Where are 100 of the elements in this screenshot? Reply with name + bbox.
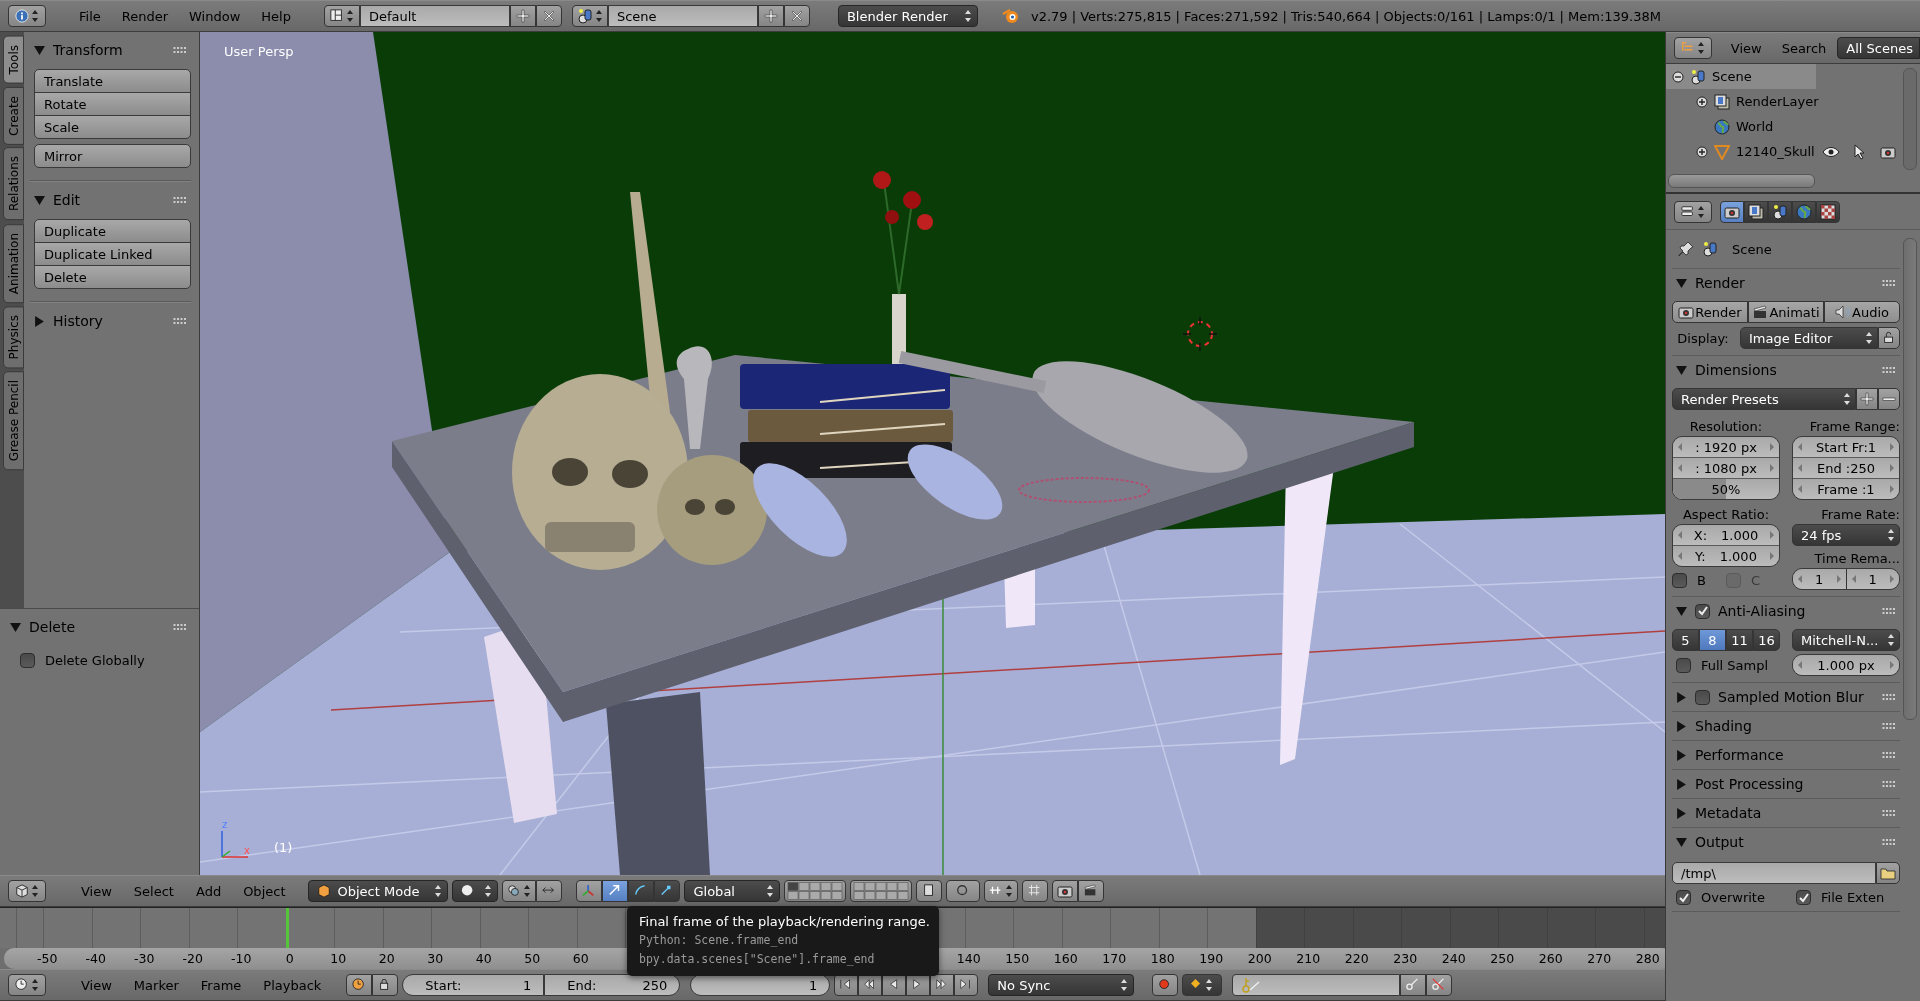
outliner-item[interactable]: World [1666,114,1900,139]
lock-range-button[interactable] [372,974,399,996]
playback-button[interactable] [834,974,859,996]
display-dropdown[interactable]: Image Editor [1740,327,1878,349]
keying-set-field[interactable] [1232,974,1401,996]
menu-item[interactable]: Object [234,881,295,901]
layer-grid[interactable] [784,880,847,902]
tool-button[interactable]: Translate [34,69,191,93]
checkbox[interactable] [1676,890,1691,905]
context-tab[interactable] [1744,200,1768,223]
tool-button[interactable]: Duplicate Linked [34,242,191,266]
vertical-scrollbar[interactable] [1903,238,1917,720]
tool-button[interactable]: Duplicate [34,219,191,243]
shelf-tab[interactable]: Grease Pencil [3,371,24,471]
sample-count-button[interactable]: 11 [1726,629,1753,651]
manipulator-button[interactable] [576,880,603,902]
expand-toggle-icon[interactable] [1696,145,1708,158]
outliner-item[interactable]: 12140_Skull [1666,139,1900,164]
outliner-item[interactable]: RenderLayer [1666,89,1900,114]
menu-item[interactable]: Marker [124,975,188,995]
start-frame-field[interactable]: Start: 1 [402,974,545,996]
auto-keying-button[interactable] [1152,974,1179,996]
screen-layout-field[interactable]: Default [359,5,510,27]
panel-header[interactable]: Transform [30,36,191,64]
checkbox[interactable] [20,653,35,668]
shelf-tab[interactable]: Animation [3,223,24,303]
manipulator-toggle-button[interactable] [536,880,563,902]
checkbox[interactable] [1676,657,1691,673]
shelf-tab[interactable]: Physics [3,305,24,369]
vertical-scrollbar[interactable] [1903,68,1917,170]
panel-header[interactable]: Edit [30,186,191,214]
scene-name-field[interactable]: Scene [607,5,758,27]
checkbox[interactable] [1796,890,1811,905]
layer-grid[interactable] [850,880,913,902]
delete-scene-button[interactable] [783,5,810,27]
remove-preset-button[interactable] [1878,388,1900,410]
frame-rate-dropdown[interactable]: 24 fps [1792,524,1900,546]
menu-item[interactable]: Render [112,6,178,26]
playback-button[interactable] [930,974,955,996]
checkbox[interactable] [1695,689,1710,705]
panel-header[interactable]: Output [1672,828,1900,856]
menu-item[interactable]: Add [186,881,231,901]
tool-button[interactable]: Delete [34,265,191,289]
add-preset-button[interactable] [1856,388,1878,410]
sample-count-button[interactable]: 16 [1753,629,1780,651]
editor-type-button[interactable] [1674,200,1712,223]
shelf-tab[interactable]: Create [3,86,24,145]
number-field[interactable]: : 1920 px [1673,437,1779,457]
sample-count-button[interactable]: 8 [1699,629,1726,651]
menu-item[interactable]: Select [124,881,183,901]
number-field[interactable]: Y: 1.000 [1673,545,1779,566]
tool-button[interactable]: Rotate [34,92,191,116]
menu-item[interactable]: File [70,6,110,26]
menu-item[interactable]: Frame [191,975,251,995]
horizontal-scrollbar[interactable] [1668,174,1815,188]
panel-header[interactable]: History [30,307,191,335]
panel-header[interactable]: Shading [1672,712,1900,740]
number-field[interactable]: 1.000 px [1793,655,1899,675]
number-field[interactable]: Start Fr:1 [1793,437,1899,457]
add-layout-button[interactable] [509,5,536,27]
sample-count-button[interactable]: 5 [1672,629,1699,651]
shelf-tab[interactable]: Relations [3,147,24,221]
playback-button[interactable] [954,974,979,996]
snap-target-button[interactable] [1022,880,1049,902]
expand-toggle-icon[interactable] [1696,95,1708,108]
delete-layout-button[interactable] [535,5,562,27]
panel-header[interactable]: Post Processing [1672,770,1900,798]
output-path-field[interactable]: /tmp\ [1672,862,1876,884]
snap-element-button[interactable] [984,880,1019,902]
menu-item[interactable]: View [1721,38,1771,58]
expand-toggle-icon[interactable] [1672,70,1684,83]
playback-button[interactable] [882,974,907,996]
editor-type-button[interactable] [1674,37,1712,59]
panel-header[interactable]: Delete [6,613,191,641]
menu-item[interactable]: Help [252,6,300,26]
proportional-edit-button[interactable] [946,880,981,902]
translate-button[interactable] [602,880,629,902]
render-presets-dropdown[interactable]: Render Presets [1672,388,1856,410]
render-animation-button[interactable] [1078,880,1105,902]
panel-header[interactable]: Sampled Motion Blur [1672,683,1900,711]
delete-keyframe-button[interactable] [1426,974,1453,996]
editor-type-button[interactable] [8,880,46,902]
render-button[interactable]: Audio [1824,301,1900,323]
number-field[interactable]: Frame :1 [1793,478,1899,499]
insert-keyframe-button[interactable] [1400,974,1427,996]
render-engine-dropdown[interactable]: Blender Render [837,5,978,27]
tool-button[interactable]: Scale [34,115,191,139]
orientation-dropdown[interactable]: Global [684,880,781,902]
pivot-button[interactable] [502,880,537,902]
end-frame-field[interactable]: End: 250 [544,974,681,996]
preview-range-button[interactable] [346,974,373,996]
tool-button[interactable]: Mirror [34,144,191,168]
scale-button[interactable] [654,880,681,902]
filter-dropdown[interactable]: Mitchell-N... [1792,629,1900,651]
current-frame-field[interactable]: 1 [690,974,831,996]
menu-item[interactable]: View [72,881,121,901]
playback-button[interactable] [858,974,883,996]
add-scene-button[interactable] [757,5,784,27]
scene-selector-button[interactable] [571,5,608,27]
panel-header[interactable]: Render [1672,269,1900,297]
